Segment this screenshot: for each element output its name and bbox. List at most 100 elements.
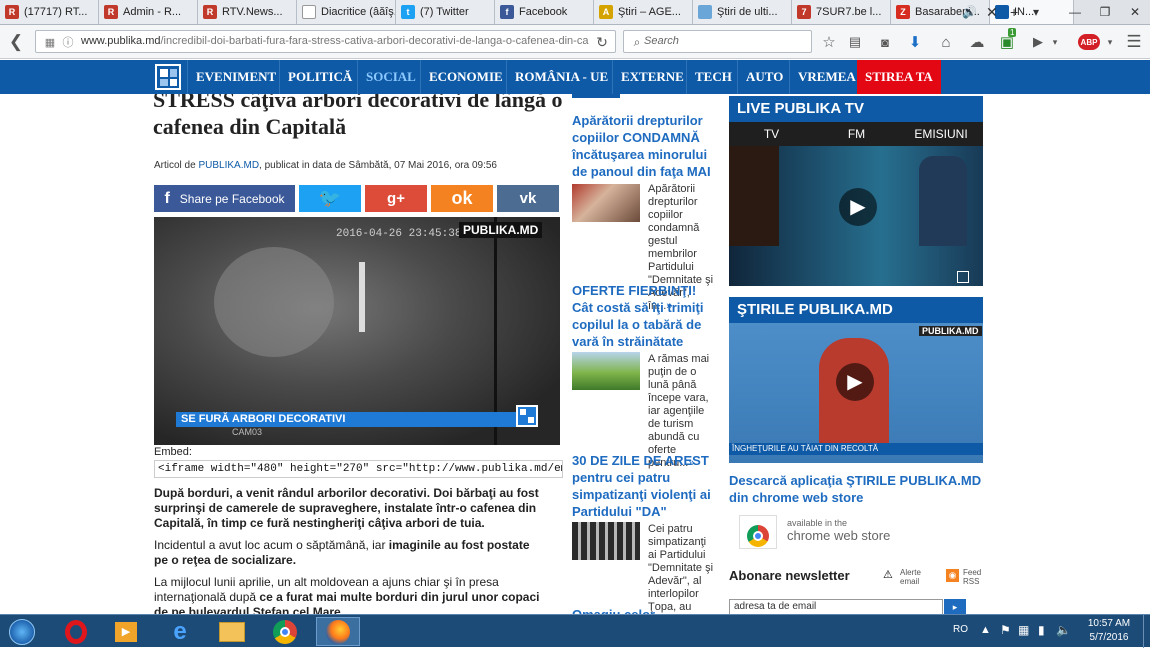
chat-icon[interactable]: ☁: [965, 30, 989, 54]
reading-list-icon[interactable]: ▤: [843, 30, 867, 54]
browser-tab[interactable]: R RTV.News...: [198, 0, 297, 24]
bookmark-star-icon[interactable]: ☆: [817, 30, 841, 54]
news-title-2[interactable]: OFERTE FIERBINŢI! Cât costă să îţi trimi…: [572, 282, 714, 350]
newsletter-submit-button[interactable]: ▸: [944, 599, 966, 614]
clock-date[interactable]: 5/7/2016: [1080, 632, 1138, 643]
news-item-2[interactable]: OFERTE FIERBINŢI! Cât costă să îţi trimi…: [572, 282, 714, 350]
browser-tab[interactable]: f Facebook: [495, 0, 594, 24]
news-title-1[interactable]: Apărătorii drepturilor copiilor CONDAMNĂ…: [572, 112, 714, 180]
publika-logo[interactable]: [155, 64, 181, 90]
download-app-link[interactable]: Descarcă aplicaţia ŞTIRILE PUBLIKA.MD di…: [729, 472, 983, 506]
share-facebook-label: Share pe Facebook: [179, 191, 285, 206]
share-odnoklassniki-button[interactable]: ok: [431, 185, 493, 212]
internet-explorer-icon[interactable]: e: [158, 617, 202, 646]
browser-tab[interactable]: A Ştiri – AGE...: [594, 0, 693, 24]
search-input[interactable]: Search: [623, 30, 812, 53]
chrome-store-icon[interactable]: [737, 511, 779, 551]
article-paragraph-1: După borduri, a venit rândul arborilor d…: [154, 486, 539, 530]
share-twitter-button[interactable]: 🐦: [299, 185, 361, 212]
stiri-video-player[interactable]: PUBLIKA.MD ▶ ÎNGHEŢURILE AU TĂIAT DIN RE…: [729, 323, 983, 463]
news-item-3[interactable]: 30 DE ZILE DE AREST pentru cei patru sim…: [572, 452, 714, 520]
show-desktop-button[interactable]: [1143, 615, 1150, 648]
alerts-label[interactable]: Alerte email: [900, 568, 930, 586]
minimize-window-button[interactable]: —: [1060, 0, 1090, 24]
clock-time[interactable]: 10:57 AM: [1080, 618, 1138, 629]
browser-tab[interactable]: Ştiri de ulti...: [693, 0, 792, 24]
odnoklassniki-icon: ok: [451, 188, 473, 208]
tray-expand-icon[interactable]: ▲: [980, 624, 991, 636]
video-frame: [154, 217, 560, 445]
embed-code-field[interactable]: <iframe width="480" height="270" src="ht…: [154, 460, 563, 478]
chrome-icon[interactable]: [263, 617, 307, 646]
rss-icon[interactable]: ◉: [946, 569, 959, 582]
browser-tab[interactable]: R (17717) RT...: [0, 0, 99, 24]
news-item-1[interactable]: Apărătorii drepturilor copiilor CONDAMNĂ…: [572, 112, 714, 180]
news-thumbnail-1[interactable]: [572, 184, 640, 222]
adblock-icon[interactable]: ABP: [1078, 34, 1100, 50]
network-icon[interactable]: ▮: [1038, 623, 1045, 637]
live-tv-player[interactable]: ▶: [729, 146, 983, 286]
news-thumbnail-3[interactable]: [572, 522, 640, 560]
play-dropdown-icon[interactable]: ▾: [1043, 30, 1067, 54]
menu-item-stirea-ta[interactable]: STIREA TA: [857, 60, 941, 94]
live-tab-fm[interactable]: FM: [814, 122, 899, 146]
stiri-play-icon[interactable]: ▶: [836, 363, 874, 401]
share-facebook-button[interactable]: f Share pe Facebook: [154, 185, 295, 212]
info-icon[interactable]: ⓘ: [56, 30, 80, 54]
news-item-4[interactable]: Omagiu celor: [572, 606, 714, 614]
menu-item-auto[interactable]: AUTO: [737, 60, 791, 94]
pocket-icon[interactable]: ◙: [873, 30, 897, 54]
maximize-window-button[interactable]: ❐: [1090, 0, 1120, 24]
share-vk-button[interactable]: vk: [497, 185, 559, 212]
news-thumbnail-2[interactable]: [572, 352, 640, 390]
volume-icon[interactable]: 🔈: [1056, 623, 1071, 637]
menu-item-tech[interactable]: TECH: [686, 60, 740, 94]
rss-label[interactable]: Feed RSS: [963, 568, 988, 586]
close-tab-icon[interactable]: ✕: [986, 0, 998, 24]
menu-item-social[interactable]: SOCIAL: [357, 60, 424, 94]
file-explorer-icon[interactable]: [210, 617, 254, 646]
tab-list-dropdown[interactable]: ▾: [1033, 0, 1039, 24]
browser-tab[interactable]: 7 7SUR7.be l...: [792, 0, 891, 24]
address-bar[interactable]: www.publika.md/incredibil-doi-barbati-fu…: [35, 30, 616, 53]
newsletter-email-input[interactable]: adresa ta de email: [729, 599, 943, 614]
menu-item-eveniment[interactable]: EVENIMENT: [187, 60, 284, 94]
menu-item-vremea[interactable]: VREMEA: [789, 60, 864, 94]
opera-icon[interactable]: [54, 617, 98, 646]
reload-button[interactable]: ↻: [590, 30, 614, 54]
home-icon[interactable]: ⌂: [934, 30, 958, 54]
hamburger-menu-icon[interactable]: ☰: [1122, 30, 1146, 54]
adblock-dropdown-icon[interactable]: ▾: [1098, 30, 1122, 54]
article-video-player[interactable]: 2016-04-26 23:45:38 PUBLIKA.MD SE FURĂ A…: [154, 217, 560, 445]
meta-author-link[interactable]: PUBLIKA.MD: [198, 160, 259, 171]
share-googleplus-button[interactable]: g+: [365, 185, 427, 212]
back-button[interactable]: ❮: [4, 30, 28, 54]
mail-alert-icon[interactable]: ⚠: [883, 568, 893, 581]
firefox-icon[interactable]: [316, 617, 360, 646]
download-icon[interactable]: ⬇: [903, 30, 927, 54]
new-tab-button[interactable]: +: [1010, 0, 1018, 24]
browser-tab[interactable]: Diacritice (âăîş...: [297, 0, 396, 24]
play-button-icon[interactable]: ▶: [839, 188, 877, 226]
tray-app-icon[interactable]: ▦: [1018, 623, 1029, 637]
menu-item-economie[interactable]: ECONOMIE: [420, 60, 511, 94]
menu-item-românia-ue[interactable]: ROMÂNIA - UE: [506, 60, 616, 94]
news-title-3[interactable]: 30 DE ZILE DE AREST pentru cei patru sim…: [572, 452, 714, 520]
menu-item-externe[interactable]: EXTERNE: [612, 60, 692, 94]
start-button[interactable]: [0, 617, 44, 646]
close-window-button[interactable]: ✕: [1120, 0, 1150, 24]
news-title-4[interactable]: Omagiu celor: [572, 606, 714, 614]
live-tab-tv[interactable]: TV: [729, 122, 814, 146]
live-tab-emisiuni[interactable]: EMISIUNI: [899, 122, 983, 146]
p2-text: Incidentul a avut loc acum o săptămână, …: [154, 538, 389, 552]
search-icon: ⌕: [633, 34, 641, 49]
speaker-icon[interactable]: 🔊: [962, 0, 977, 24]
media-player-icon[interactable]: ▶: [104, 617, 148, 646]
browser-tab[interactable]: R Admin - R...: [99, 0, 198, 24]
language-indicator[interactable]: RO: [953, 624, 968, 635]
live-tv-title: LIVE PUBLIKA TV: [729, 96, 983, 122]
browser-tab[interactable]: t (7) Twitter: [396, 0, 495, 24]
flag-icon[interactable]: ⚑: [1000, 623, 1011, 637]
agerpres-icon: A: [599, 5, 613, 19]
menu-item-politică[interactable]: POLITICĂ: [279, 60, 360, 94]
